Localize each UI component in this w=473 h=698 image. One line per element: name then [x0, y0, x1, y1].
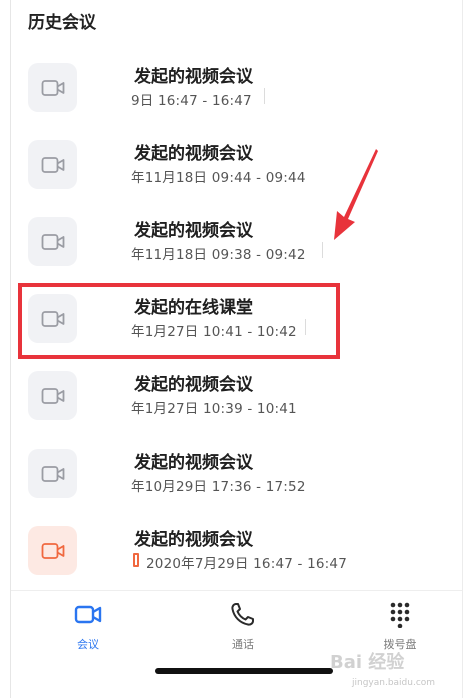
meeting-time: 年11月18日 09:38 - 09:42: [131, 247, 306, 263]
phone-icon: [231, 603, 254, 626]
video-camera-icon: [41, 465, 64, 482]
meeting-type-icon-box: [28, 217, 77, 266]
meeting-time: 9日 16:47 - 16:47: [131, 93, 252, 109]
section-title: 历史会议: [28, 13, 96, 33]
meeting-type-icon-box: [28, 371, 77, 420]
video-camera-icon: [74, 605, 102, 624]
meeting-title: 发起的视频会议: [134, 144, 253, 164]
tab-label: 通话: [232, 638, 254, 651]
divider: [322, 242, 323, 258]
meeting-title: 发起的视频会议: [134, 221, 253, 241]
meeting-type-icon-box: [28, 526, 77, 575]
meeting-time: 2020年7月29日 16:47 - 16:47: [146, 556, 347, 572]
meeting-title: 发起的视频会议: [134, 67, 253, 87]
recording-marker-icon: [133, 553, 139, 567]
frame-left-border: [10, 0, 11, 698]
meeting-title: 发起的视频会议: [134, 453, 253, 473]
meeting-list-item[interactable]: 发起的视频会议 年10月29日 17:36 - 17:52: [12, 444, 460, 522]
watermark-url: jingyan.baidu.com: [352, 678, 436, 688]
meeting-list-item[interactable]: 发起的视频会议 年11月18日 09:44 - 09:44: [12, 135, 460, 213]
meeting-type-icon-box: [28, 449, 77, 498]
meeting-type-icon-box: [28, 140, 77, 189]
meeting-list-item[interactable]: 发起的视频会议 年1月27日 10:39 - 10:41: [12, 366, 460, 444]
meeting-list-item[interactable]: 发起的视频会议 年11月18日 09:38 - 09:42: [12, 212, 460, 290]
highlight-box: [18, 283, 340, 359]
home-indicator[interactable]: [155, 668, 333, 674]
annotation-arrow-icon: [334, 149, 378, 240]
video-camera-icon: [41, 542, 64, 559]
meeting-list-item[interactable]: 发起的视频会议 2020年7月29日 16:47 - 16:47: [12, 521, 460, 599]
video-camera-icon: [41, 233, 64, 250]
tab-dialpad[interactable]: 拨号盘: [360, 600, 440, 652]
meeting-time: 年10月29日 17:36 - 17:52: [131, 479, 306, 495]
meeting-title: 发起的视频会议: [134, 530, 253, 550]
meeting-time: 年1月27日 10:39 - 10:41: [131, 401, 297, 417]
tab-meetings[interactable]: 会议: [48, 600, 128, 652]
tab-label: 会议: [77, 638, 99, 651]
frame-right-border: [462, 0, 463, 698]
tab-bar-divider: [11, 590, 462, 591]
watermark: Bai 经验: [330, 652, 405, 673]
video-camera-icon: [41, 387, 64, 404]
meeting-type-icon-box: [28, 63, 77, 112]
divider: [264, 88, 265, 104]
meeting-title: 发起的视频会议: [134, 375, 253, 395]
meeting-time: 年11月18日 09:44 - 09:44: [131, 170, 306, 186]
tab-calls[interactable]: 通话: [203, 600, 283, 652]
video-camera-icon: [41, 156, 64, 173]
video-camera-icon: [41, 79, 64, 96]
dialpad-icon: [390, 602, 410, 628]
meeting-list-item[interactable]: 发起的视频会议 9日 16:47 - 16:47: [12, 58, 460, 136]
